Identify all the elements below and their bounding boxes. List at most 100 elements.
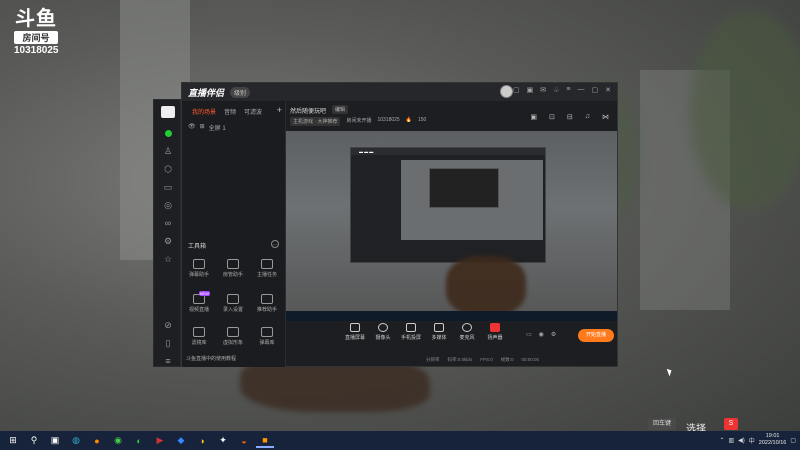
camera-icon (378, 323, 388, 332)
clipboard-icon (261, 259, 273, 269)
tab-audio[interactable]: 音频 (224, 107, 236, 116)
mouse-cursor-icon (666, 367, 674, 377)
room-id: 10318025 (377, 117, 400, 123)
menu-icon[interactable]: ≡ (566, 86, 570, 94)
room-status: 房间未开播 (346, 118, 372, 124)
clock[interactable]: 19:01 2022/10/16 (759, 433, 787, 447)
star-icon[interactable]: ☆ (154, 250, 182, 268)
cube-icon[interactable]: ⬡ (154, 160, 182, 178)
start-live-button[interactable]: 开始直播 (578, 329, 614, 342)
tool-tasks[interactable]: 主播任务 (252, 259, 282, 278)
share-icon[interactable]: ⋈ (602, 113, 609, 121)
browser-icon[interactable]: ◑ (193, 434, 211, 448)
phone-cast-button[interactable]: 手机投屏 (396, 323, 426, 341)
firefox-icon[interactable]: ● (88, 434, 106, 448)
system-tray: ⌃ ▥ ◀) 中 19:01 2022/10/16 ▢ (719, 433, 796, 447)
nested-nested-window (429, 168, 499, 208)
link-icon[interactable]: ∞ (154, 214, 182, 232)
play-icon (434, 323, 444, 332)
gift-box-icon[interactable]: ▣ (530, 113, 537, 121)
grid-icon: ⊞ (199, 124, 205, 130)
ime-icon[interactable]: S (724, 418, 738, 430)
side-icon-strip: ♙ ⬡ ▭ ◎ ∞ ⚙ ☆ ⊘ ▯ ≡ (153, 99, 181, 367)
edit-room-button[interactable]: 编辑 (332, 105, 349, 114)
screen-share-button[interactable]: 直播屏幕 (340, 323, 370, 341)
lock-open-icon[interactable]: ⊟ (567, 113, 573, 121)
tools-title: 工具箱 (188, 244, 207, 250)
tool-danmaku[interactable]: 弹幕助手 (184, 259, 214, 278)
grid-icon (261, 327, 273, 337)
users-icon[interactable]: ♙ (154, 142, 182, 160)
taskview-icon[interactable]: ▣ (46, 434, 64, 448)
wechat-icon[interactable]: ◐ (130, 434, 148, 448)
bell-icon[interactable]: ♫ (585, 113, 590, 121)
windows-icon[interactable]: ⊞ (4, 434, 22, 448)
microphone-button[interactable]: 麦克风 (452, 323, 482, 341)
title-bar: 直播伴侣 级别 ▢ ▣ ✉ ♧ ≡ — ▢ ✕ (182, 83, 617, 101)
speaker-button[interactable]: 扬声器 (480, 323, 510, 341)
notification-icon[interactable]: ▢ (790, 437, 796, 444)
phone-icon[interactable]: ▯ (154, 334, 182, 352)
edge-icon[interactable]: ◍ (67, 434, 85, 448)
mail-icon[interactable]: ✉ (540, 86, 546, 94)
folder-icon[interactable]: ▭ (154, 178, 182, 196)
close-icon[interactable]: ✕ (605, 86, 611, 94)
tool-video-live[interactable]: NEW 视频直播 (184, 291, 214, 313)
add-scene-icon[interactable]: + (277, 105, 282, 115)
tutorial-link[interactable]: 斗鱼直播中的使用教程 (186, 355, 236, 362)
douyu-icon[interactable]: ◒ (235, 434, 253, 448)
fire-icon: 🔥 (405, 117, 412, 123)
room-title: 然后随便玩吧 (290, 109, 327, 115)
tab-filter[interactable]: 可滤波 (244, 107, 262, 116)
multimedia-button[interactable]: 多媒体 (424, 323, 454, 341)
search-icon[interactable]: ⚲ (25, 434, 43, 448)
record-icon[interactable]: ▭ (526, 331, 532, 338)
message-icon[interactable]: ▢ (513, 86, 520, 94)
user-avatar-icon[interactable] (154, 100, 182, 124)
tool-avatar[interactable]: 虚拟形象 (218, 327, 248, 346)
live-preview[interactable]: ▬ ▬ ▬ (286, 131, 617, 321)
video-icon[interactable]: ▶ (151, 434, 169, 448)
clock-time: 19:01 (765, 433, 780, 439)
orange-app-icon[interactable]: ■ (256, 434, 274, 448)
room-category[interactable]: 主机游戏 · 大神推荐 (290, 117, 341, 126)
gift-icon[interactable]: ▣ (527, 86, 534, 94)
app-icon[interactable]: ◆ (172, 434, 190, 448)
microphone-icon (462, 323, 472, 332)
danmaku-button[interactable]: 回车键 (648, 418, 676, 430)
tool-recommend[interactable]: 推荐助手 (252, 294, 282, 313)
settings-icon[interactable]: ⚙ (551, 331, 556, 338)
globe-icon[interactable]: ◎ (154, 196, 182, 214)
maximize-icon[interactable]: ▢ (592, 86, 599, 94)
volume-icon[interactable]: ◀) (738, 437, 745, 444)
chevron-up-icon[interactable]: ⌃ (719, 437, 724, 444)
eye-icon[interactable]: ◉ (539, 331, 544, 338)
tool-record[interactable]: 录入设置 (218, 294, 248, 313)
block-icon[interactable]: ⊘ (154, 316, 182, 334)
preview-taskbar (286, 311, 617, 321)
stream-stats: 分辨率 码率:0.0kb/s FPS:0 帧数:0 00:00:00 (426, 357, 540, 362)
tool-danmaku-lib[interactable]: 弹幕库 (252, 327, 282, 346)
shirt-icon[interactable]: ♧ (553, 86, 559, 94)
bookmark-icon (261, 294, 273, 304)
avatar[interactable] (500, 85, 513, 98)
minimize-icon[interactable]: — (578, 86, 585, 94)
room-number: 10318025 (14, 45, 59, 56)
tool-filter[interactable]: 滤镜库 (184, 327, 214, 346)
ime-tray-icon[interactable]: 中 (749, 436, 755, 445)
online-status-icon (154, 124, 182, 142)
camera-button[interactable]: 摄像头 (368, 323, 398, 341)
more-icon[interactable]: … (271, 240, 279, 248)
vip-badge[interactable]: 级别 (230, 86, 251, 98)
network-icon[interactable]: ▥ (728, 437, 734, 444)
nested-title-bar: ▬ ▬ ▬ (351, 148, 545, 155)
lock-icon[interactable]: ⊡ (549, 113, 555, 121)
settings-icon[interactable]: ⚙ (154, 232, 182, 250)
scene-item[interactable]: 👁 ⊞ 全屏 1 (188, 123, 226, 132)
cat-icon[interactable]: ✦ (214, 434, 232, 448)
tool-room-admin[interactable]: 房管助手 (218, 259, 248, 278)
chrome-icon[interactable]: ◉ (109, 434, 127, 448)
menu-icon[interactable]: ≡ (154, 352, 182, 370)
tab-scenes[interactable]: 我的场景 (192, 107, 216, 116)
eye-icon[interactable]: 👁 (188, 123, 196, 132)
